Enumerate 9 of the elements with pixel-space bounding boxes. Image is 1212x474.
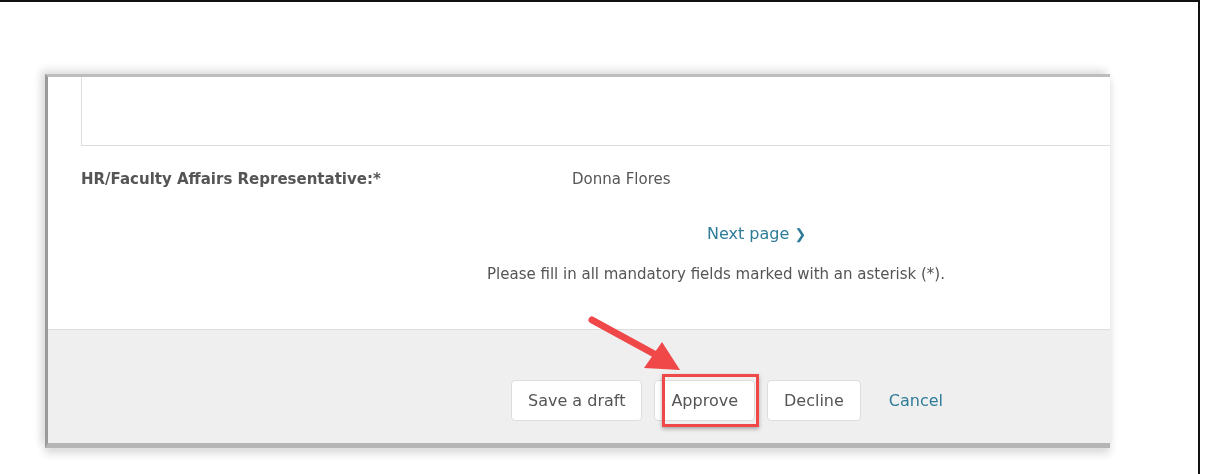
action-button[interactable]: Decline	[767, 380, 861, 421]
field-label: HR/Faculty Affairs Representative:*	[81, 170, 382, 188]
cancel-link[interactable]: Cancel	[888, 391, 944, 410]
next-page-link[interactable]: Next page ❯	[707, 224, 807, 243]
field-value: Donna Flores	[572, 170, 671, 188]
text-area[interactable]	[81, 77, 1110, 146]
action-button[interactable]: Approve	[654, 380, 755, 421]
mandatory-notice: Please fill in all mandatory fields marked with an asterisk (*).	[487, 265, 945, 283]
action-button[interactable]: Save a draft	[511, 380, 643, 421]
